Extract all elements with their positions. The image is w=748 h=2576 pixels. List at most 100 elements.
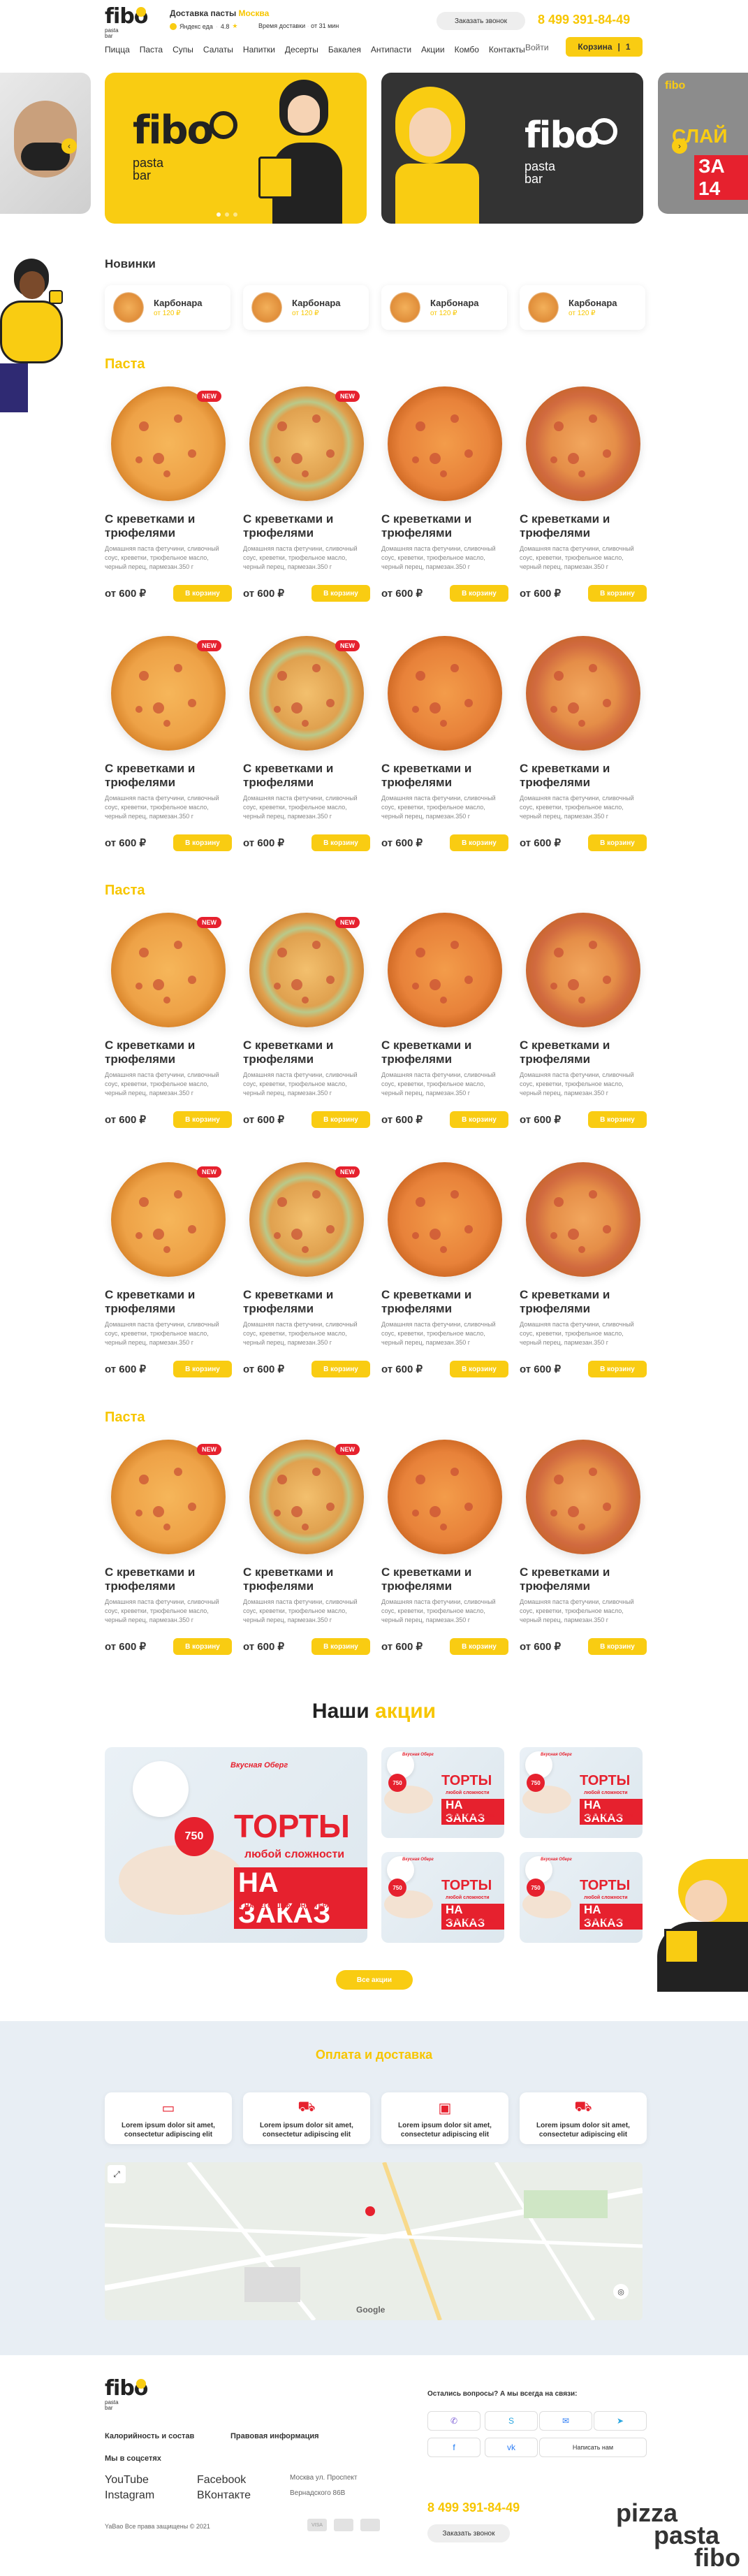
footer-calories-link[interactable]: Калорийность и состав xyxy=(105,2432,194,2440)
nav-item[interactable]: Бакалея xyxy=(328,45,361,55)
novinki-card[interactable]: Карбонара от 120 ₽ xyxy=(105,285,230,330)
add-to-cart-button[interactable]: В корзину xyxy=(588,585,647,602)
topping xyxy=(554,948,564,957)
add-to-cart-button[interactable]: В корзину xyxy=(450,1111,508,1128)
product-card[interactable]: NEW С креветками и трюфелями Домашняя паст… xyxy=(105,1440,232,1655)
promo-card[interactable]: Вкусная Оберг 750 ТОРТЫ любой сложности НА З… xyxy=(381,1852,504,1943)
footer-call-button[interactable]: Заказать звонок xyxy=(427,2524,510,2542)
product-card[interactable]: NEW С креветками и трюфелями Домашняя паст… xyxy=(243,913,370,1128)
telegram-icon[interactable]: ➤ xyxy=(594,2411,647,2431)
product-card[interactable]: С креветками и трюфелями Домашняя паста ф… xyxy=(520,386,647,602)
add-to-cart-button[interactable]: В корзину xyxy=(173,834,232,851)
messenger-icon[interactable]: ✉ xyxy=(539,2411,592,2431)
product-card[interactable]: NEW С креветками и трюфелями Домашняя паст… xyxy=(105,1162,232,1377)
yandex-icon xyxy=(170,22,177,30)
add-to-cart-button[interactable]: В корзину xyxy=(311,1111,370,1128)
viber-icon[interactable]: ✆ xyxy=(427,2411,481,2431)
payment-card: ▣ Lorem ipsum dolor sit amet, consectetur… xyxy=(381,2092,508,2144)
product-card[interactable]: С креветками и трюфелями Домашняя паста ф… xyxy=(520,913,647,1128)
map[interactable]: ⤢ Google ◎ xyxy=(105,2162,643,2320)
footer-legal-link[interactable]: Правовая информация xyxy=(230,2432,319,2440)
product-card[interactable]: С креветками и трюфелями Домашняя паста ф… xyxy=(381,1440,508,1655)
footer-vk-link[interactable]: ВКонтакте xyxy=(197,2489,251,2502)
nav-item[interactable]: Пицца xyxy=(105,45,130,55)
add-to-cart-button[interactable]: В корзину xyxy=(588,1638,647,1655)
vk-icon[interactable]: vk xyxy=(485,2438,538,2457)
banner-main[interactable]: fibo pasta bar xyxy=(105,73,367,224)
add-to-cart-button[interactable]: В корзину xyxy=(173,1111,232,1128)
banner-second[interactable]: fibo pasta bar xyxy=(381,73,643,224)
login-link[interactable]: Войти xyxy=(525,43,549,52)
nav-item[interactable]: Акции xyxy=(421,45,445,55)
add-to-cart-button[interactable]: В корзину xyxy=(450,585,508,602)
nav-item[interactable]: Десерты xyxy=(285,45,318,55)
novinki-price: от 120 ₽ xyxy=(569,310,596,317)
product-card[interactable]: NEW С креветками и трюфелями Домашняя паст… xyxy=(105,636,232,851)
product-card[interactable]: С креветками и трюфелями Домашняя паста ф… xyxy=(381,386,508,602)
promo-card[interactable]: Вкусная Оберг 750 ТОРТЫ любой сложности НА З… xyxy=(105,1747,367,1943)
nav-item[interactable]: Комбо xyxy=(455,45,479,55)
add-to-cart-button[interactable]: В корзину xyxy=(173,1361,232,1377)
add-to-cart-button[interactable]: В корзину xyxy=(311,1361,370,1377)
product-card[interactable]: NEW С креветками и трюфелями Домашняя паст… xyxy=(243,1162,370,1377)
add-to-cart-button[interactable]: В корзину xyxy=(588,834,647,851)
product-card[interactable]: С креветками и трюфелями Домашняя паста ф… xyxy=(381,636,508,851)
novinki-card[interactable]: Карбонара от 120 ₽ xyxy=(381,285,507,330)
nav-item[interactable]: Напитки xyxy=(243,45,275,55)
payment-text: Lorem ipsum dolor sit amet, consectetur … xyxy=(260,2122,353,2139)
product-card[interactable]: NEW С креветками и трюфелями Домашняя паст… xyxy=(243,636,370,851)
call-button[interactable]: Заказать звонок xyxy=(437,12,525,30)
footer-instagram-link[interactable]: Instagram xyxy=(105,2489,154,2502)
add-to-cart-button[interactable]: В корзину xyxy=(311,1638,370,1655)
product-card[interactable]: С креветками и трюфелями Домашняя паста ф… xyxy=(381,1162,508,1377)
promo-card[interactable]: Вкусная Оберг 750 ТОРТЫ любой сложности НА З… xyxy=(520,1852,643,1943)
new-badge: NEW xyxy=(335,391,360,402)
banner-next-arrow-icon[interactable]: › xyxy=(672,138,687,154)
product-card[interactable]: С креветками и трюфелями Домашняя паста ф… xyxy=(520,636,647,851)
product-card[interactable]: С креветками и трюфелями Домашняя паста ф… xyxy=(520,1440,647,1655)
add-to-cart-button[interactable]: В корзину xyxy=(450,1638,508,1655)
nav-item[interactable]: Контакты xyxy=(489,45,525,55)
banner-prev-arrow-icon[interactable]: ‹ xyxy=(61,138,77,154)
footer-phone[interactable]: 8 499 391-84-49 xyxy=(427,2501,520,2515)
pasta-image xyxy=(526,386,640,501)
add-to-cart-button[interactable]: В корзину xyxy=(173,1638,232,1655)
product-card[interactable]: С креветками и трюфелями Домашняя паста ф… xyxy=(381,913,508,1128)
write-us-button[interactable]: Написать нам xyxy=(539,2438,647,2457)
footer-youtube-link[interactable]: YouTube xyxy=(105,2474,149,2487)
map-locate-icon[interactable]: ◎ xyxy=(613,2284,629,2299)
product-title: С креветками и трюфелями xyxy=(243,1288,334,1315)
map-expand-icon[interactable]: ⤢ xyxy=(108,2165,126,2183)
product-title: С креветками и трюфелями xyxy=(243,1039,334,1066)
add-to-cart-button[interactable]: В корзину xyxy=(450,1361,508,1377)
nav-item[interactable]: Супы xyxy=(173,45,193,55)
header-phone[interactable]: 8 499 391-84-49 xyxy=(538,13,630,27)
product-card[interactable]: NEW С креветками и трюфелями Домашняя паст… xyxy=(243,386,370,602)
city-select[interactable]: Москва xyxy=(239,8,270,18)
nav-item[interactable]: Паста xyxy=(140,45,163,55)
product-card[interactable]: С креветками и трюфелями Домашняя паста ф… xyxy=(520,1162,647,1377)
add-to-cart-button[interactable]: В корзину xyxy=(311,834,370,851)
add-to-cart-button[interactable]: В корзину xyxy=(450,834,508,851)
banner-prev[interactable] xyxy=(0,73,91,214)
add-to-cart-button[interactable]: В корзину xyxy=(311,585,370,602)
nav-item[interactable]: Салаты xyxy=(203,45,233,55)
all-promos-button[interactable]: Все акции xyxy=(336,1970,413,1990)
product-card[interactable]: NEW С креветками и трюфелями Домашняя паст… xyxy=(105,913,232,1128)
facebook-icon[interactable]: f xyxy=(427,2438,481,2457)
skype-icon[interactable]: S xyxy=(485,2411,538,2431)
add-to-cart-button[interactable]: В корзину xyxy=(588,1361,647,1377)
footer-facebook-link[interactable]: Facebook xyxy=(197,2474,246,2487)
nav-item[interactable]: Антипасти xyxy=(371,45,411,55)
novinki-card[interactable]: Карбонара от 120 ₽ xyxy=(520,285,645,330)
novinki-card[interactable]: Карбонара от 120 ₽ xyxy=(243,285,369,330)
product-card[interactable]: NEW С креветками и трюфелями Домашняя паст… xyxy=(243,1440,370,1655)
add-to-cart-button[interactable]: В корзину xyxy=(588,1111,647,1128)
product-card[interactable]: NEW С креветками и трюфелями Домашняя паст… xyxy=(105,386,232,602)
cart-button[interactable]: Корзина | 1 xyxy=(566,37,643,57)
promo-card[interactable]: Вкусная Оберг 750 ТОРТЫ любой сложности НА З… xyxy=(381,1747,504,1838)
cake-plate xyxy=(119,1845,244,1915)
banner-next[interactable]: fibo СЛАЙ ЗА 14 xyxy=(658,73,748,214)
promo-card[interactable]: Вкусная Оберг 750 ТОРТЫ любой сложности НА З… xyxy=(520,1747,643,1838)
add-to-cart-button[interactable]: В корзину xyxy=(173,585,232,602)
